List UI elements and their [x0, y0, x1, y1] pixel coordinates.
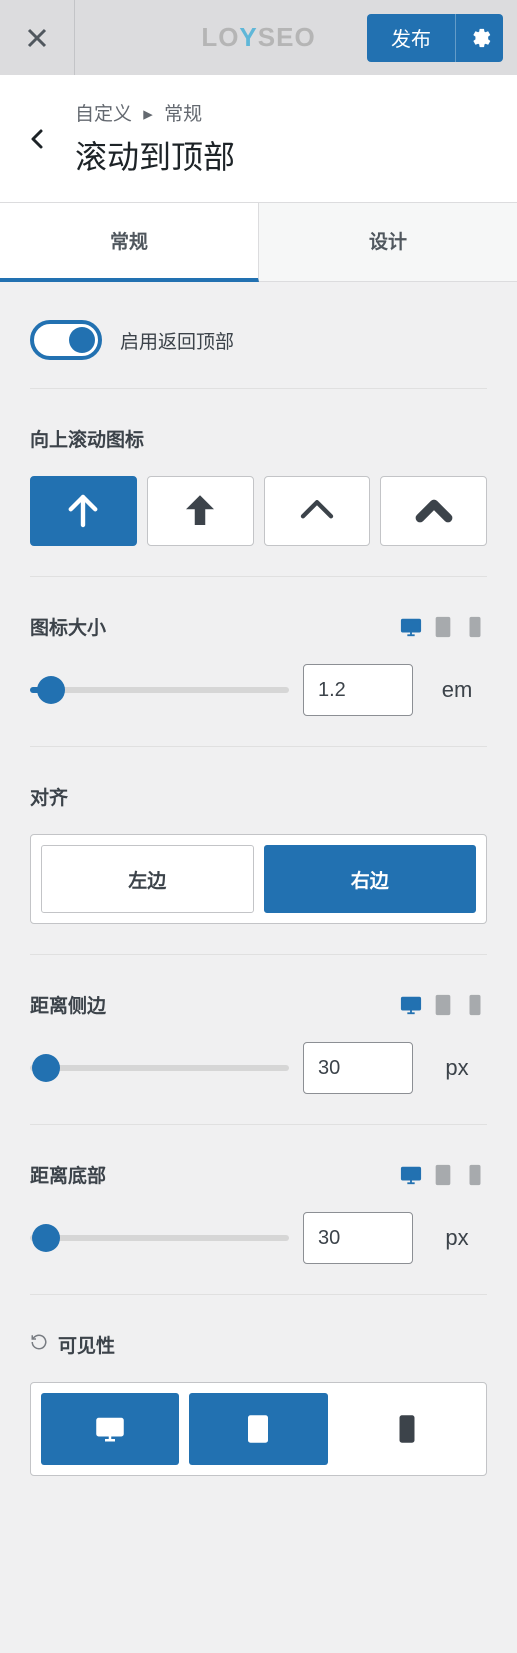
bottom-offset-unit[interactable]: px — [427, 1225, 487, 1251]
bottom-offset-input[interactable] — [303, 1212, 413, 1264]
chevron-up-thin-icon — [296, 490, 338, 532]
mobile-icon — [392, 1414, 422, 1444]
icon-choice-3[interactable] — [264, 476, 371, 546]
icon-size-section: 图标大小 em — [30, 576, 487, 746]
side-offset-input[interactable] — [303, 1042, 413, 1094]
alignment-section: 对齐 左边 右边 — [30, 746, 487, 954]
align-right[interactable]: 右边 — [264, 845, 477, 913]
device-tablet[interactable] — [431, 993, 455, 1017]
device-mobile[interactable] — [463, 615, 487, 639]
visibility-section: 可见性 — [30, 1294, 487, 1506]
publish-button[interactable]: 发布 — [367, 14, 455, 62]
icon-choice-1[interactable] — [30, 476, 137, 546]
chevron-left-icon — [26, 127, 50, 151]
icon-choices — [30, 476, 487, 546]
visibility-mobile[interactable] — [338, 1393, 476, 1465]
device-tablet[interactable] — [431, 1163, 455, 1187]
device-icons — [399, 1163, 487, 1187]
chevron-up-bold-icon — [413, 490, 455, 532]
logo: LOYSEO — [201, 22, 315, 53]
back-button[interactable] — [0, 127, 75, 151]
panel: 启用返回顶部 向上滚动图标 图标大小 — [0, 282, 517, 1536]
nav-section: 自定义 ▸ 常规 滚动到顶部 — [0, 75, 517, 203]
visibility-tablet[interactable] — [189, 1393, 327, 1465]
side-offset-unit[interactable]: px — [427, 1055, 487, 1081]
arrow-up-thin-icon — [62, 490, 104, 532]
page-title: 滚动到顶部 — [75, 132, 517, 178]
device-tablet[interactable] — [431, 615, 455, 639]
desktop-icon — [95, 1414, 125, 1444]
align-left[interactable]: 左边 — [41, 845, 254, 913]
side-offset-label: 距离侧边 — [30, 991, 106, 1018]
side-offset-section: 距离侧边 px — [30, 954, 487, 1124]
visibility-choices — [30, 1382, 487, 1476]
toggle-label: 启用返回顶部 — [120, 327, 234, 354]
slider-thumb[interactable] — [37, 676, 65, 704]
toggle-row: 启用返回顶部 — [30, 312, 487, 388]
reload-icon — [30, 1333, 48, 1351]
header-bar: LOYSEO 发布 — [0, 0, 517, 75]
visibility-desktop[interactable] — [41, 1393, 179, 1465]
tabs: 常规 设计 — [0, 203, 517, 282]
icon-section: 向上滚动图标 — [30, 388, 487, 576]
device-mobile[interactable] — [463, 1163, 487, 1187]
toggle-knob — [69, 327, 95, 353]
breadcrumb: 自定义 ▸ 常规 — [75, 99, 517, 126]
tablet-icon — [432, 616, 454, 638]
tablet-icon — [243, 1414, 273, 1444]
slider-thumb[interactable] — [32, 1054, 60, 1082]
mobile-icon — [464, 994, 486, 1016]
tab-design[interactable]: 设计 — [259, 203, 517, 281]
device-icons — [399, 615, 487, 639]
close-icon — [25, 26, 49, 50]
side-offset-slider[interactable] — [30, 1065, 289, 1071]
slider-thumb[interactable] — [32, 1224, 60, 1252]
gear-icon — [469, 27, 491, 49]
alignment-label: 对齐 — [30, 783, 487, 810]
icon-size-slider[interactable] — [30, 687, 289, 693]
icon-section-label: 向上滚动图标 — [30, 425, 487, 452]
reset-button[interactable] — [30, 1333, 48, 1357]
icon-size-unit[interactable]: em — [427, 677, 487, 703]
device-desktop[interactable] — [399, 615, 423, 639]
alignment-choices: 左边 右边 — [30, 834, 487, 924]
mobile-icon — [464, 616, 486, 638]
close-button[interactable] — [0, 0, 75, 75]
icon-size-input[interactable] — [303, 664, 413, 716]
arrow-up-bold-icon — [179, 490, 221, 532]
mobile-icon — [464, 1164, 486, 1186]
device-desktop[interactable] — [399, 993, 423, 1017]
bottom-offset-label: 距离底部 — [30, 1161, 106, 1188]
device-desktop[interactable] — [399, 1163, 423, 1187]
enable-toggle[interactable] — [30, 320, 102, 360]
tablet-icon — [432, 994, 454, 1016]
tab-general[interactable]: 常规 — [0, 203, 259, 282]
icon-size-label: 图标大小 — [30, 613, 106, 640]
tablet-icon — [432, 1164, 454, 1186]
desktop-icon — [400, 994, 422, 1016]
visibility-label: 可见性 — [58, 1331, 115, 1358]
breadcrumb-item[interactable]: 自定义 — [75, 104, 132, 125]
breadcrumb-item: 常规 — [164, 104, 202, 125]
bottom-offset-section: 距离底部 px — [30, 1124, 487, 1294]
breadcrumb-separator: ▸ — [143, 104, 153, 125]
device-icons — [399, 993, 487, 1017]
device-mobile[interactable] — [463, 993, 487, 1017]
desktop-icon — [400, 1164, 422, 1186]
icon-choice-2[interactable] — [147, 476, 254, 546]
bottom-offset-slider[interactable] — [30, 1235, 289, 1241]
desktop-icon — [400, 616, 422, 638]
icon-choice-4[interactable] — [380, 476, 487, 546]
settings-button[interactable] — [455, 14, 503, 62]
